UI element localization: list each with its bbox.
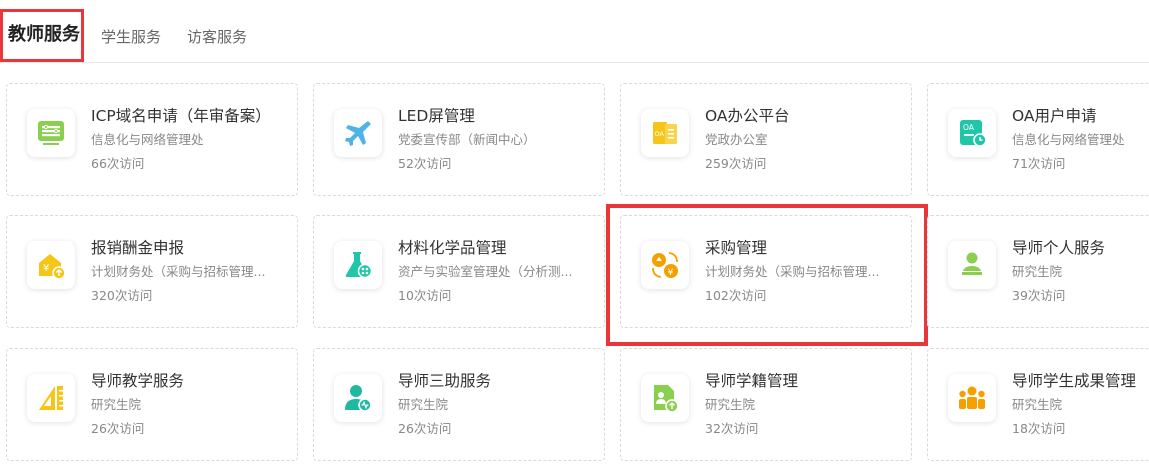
- service-card-mentor-teaching[interactable]: 导师教学服务 研究生院 26次访问: [6, 348, 298, 461]
- teacher-board-icon: [948, 241, 996, 289]
- card-title: OA用户申请: [1012, 107, 1097, 125]
- card-department: 研究生院: [705, 397, 756, 412]
- card-department: 计划财务处（采购与招标管理...: [705, 264, 880, 279]
- tab-visitor-services[interactable]: 访客服务: [187, 26, 247, 48]
- service-card-mentor-personal[interactable]: 导师个人服务 研究生院 39次访问: [927, 215, 1149, 328]
- card-visit-count: 102次访问: [705, 288, 767, 303]
- card-title: 导师个人服务: [1012, 239, 1106, 257]
- doctor-user-icon: [334, 374, 382, 422]
- card-title: 导师学籍管理: [705, 372, 799, 390]
- oa-document-icon: OA: [641, 109, 689, 157]
- card-visit-count: 32次访问: [705, 421, 759, 436]
- card-department: 研究生院: [1012, 397, 1063, 412]
- card-visit-count: 259次访问: [705, 156, 767, 171]
- card-department: 研究生院: [1012, 264, 1063, 279]
- card-department: 研究生院: [91, 397, 142, 412]
- yuan-house-icon: ¥: [27, 241, 75, 289]
- card-title: LED屏管理: [398, 107, 475, 125]
- card-title: OA办公平台: [705, 107, 790, 125]
- card-department: 党委宣传部（新闻中心）: [398, 132, 536, 147]
- card-department: 信息化与网络管理处: [1012, 132, 1125, 147]
- svg-text:¥: ¥: [43, 263, 49, 274]
- svg-text:OA: OA: [963, 123, 975, 132]
- card-visit-count: 26次访问: [398, 421, 452, 436]
- service-card-oa-user[interactable]: OA OA用户申请 信息化与网络管理处 71次访问: [927, 83, 1149, 196]
- service-tabs: 教师服务 学生服务 访客服务: [0, 0, 1149, 63]
- card-department: 资产与实验室管理处（分析测...: [398, 264, 573, 279]
- card-visit-count: 66次访问: [91, 156, 145, 171]
- service-card-oa-platform[interactable]: OA OA办公平台 党政办公室 259次访问: [620, 83, 912, 196]
- card-title: 导师教学服务: [91, 372, 185, 390]
- purchase-exchange-icon: ¥: [641, 241, 689, 289]
- card-department: 党政办公室: [705, 132, 768, 147]
- card-title: 导师三助服务: [398, 372, 492, 390]
- student-record-icon: [641, 374, 689, 422]
- svg-text:OA: OA: [655, 130, 665, 138]
- card-title: 材料化学品管理: [398, 239, 507, 257]
- service-card-reimbursement[interactable]: ¥ 报销酬金申报 计划财务处（采购与招标管理... 320次访问: [6, 215, 298, 328]
- card-title: ICP域名申请（年审备案）: [91, 107, 271, 125]
- card-visit-count: 18次访问: [1012, 421, 1066, 436]
- ruler-triangle-icon: [27, 374, 75, 422]
- service-card-mentor-achievements[interactable]: 导师学生成果管理 研究生院 18次访问: [927, 348, 1149, 461]
- service-card-icp[interactable]: ICP域名申请（年审备案） 信息化与网络管理处 66次访问: [6, 83, 298, 196]
- card-title: 采购管理: [705, 239, 768, 257]
- airplane-icon: [334, 109, 382, 157]
- tab-highlight-box: [0, 9, 84, 62]
- team-people-icon: [948, 374, 996, 422]
- card-title: 导师学生成果管理: [1012, 372, 1137, 390]
- card-title: 报销酬金申报: [91, 239, 185, 257]
- service-card-mentor-assistant[interactable]: 导师三助服务 研究生院 26次访问: [313, 348, 605, 461]
- card-visit-count: 71次访问: [1012, 156, 1066, 171]
- card-department: 计划财务处（采购与招标管理...: [91, 264, 266, 279]
- service-card-led[interactable]: LED屏管理 党委宣传部（新闻中心） 52次访问: [313, 83, 605, 196]
- svg-text:¥: ¥: [668, 268, 674, 278]
- card-visit-count: 10次访问: [398, 288, 452, 303]
- card-visit-count: 26次访问: [91, 421, 145, 436]
- card-visit-count: 320次访问: [91, 288, 153, 303]
- card-visit-count: 52次访问: [398, 156, 452, 171]
- service-card-mentor-records[interactable]: 导师学籍管理 研究生院 32次访问: [620, 348, 912, 461]
- service-card-chemicals[interactable]: 材料化学品管理 资产与实验室管理处（分析测... 10次访问: [313, 215, 605, 328]
- server-icon: [27, 109, 75, 157]
- flask-icon: [334, 241, 382, 289]
- service-card-procurement[interactable]: ¥ 采购管理 计划财务处（采购与招标管理... 102次访问: [620, 215, 912, 328]
- oa-user-clock-icon: OA: [948, 109, 996, 157]
- card-department: 信息化与网络管理处: [91, 132, 204, 147]
- tab-student-services[interactable]: 学生服务: [101, 26, 161, 48]
- card-department: 研究生院: [398, 397, 449, 412]
- card-visit-count: 39次访问: [1012, 288, 1066, 303]
